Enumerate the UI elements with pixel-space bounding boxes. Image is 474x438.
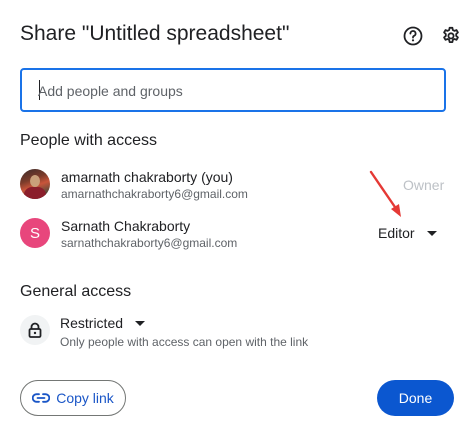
help-circle-icon[interactable] xyxy=(402,25,424,47)
person-name: Sarnath Chakraborty xyxy=(61,218,191,234)
person-email: amarnathchakraborty6@gmail.com xyxy=(61,187,248,201)
general-access-description: Only people with access can open with th… xyxy=(60,335,309,349)
gear-icon[interactable] xyxy=(440,25,462,47)
add-people-field[interactable] xyxy=(20,68,446,112)
role-dropdown-label: Editor xyxy=(378,225,415,241)
dropdown-triangle-icon xyxy=(426,230,437,236)
role-dropdown[interactable]: Editor xyxy=(378,224,437,242)
avatar xyxy=(20,169,50,199)
share-dialog: Share "Untitled spreadsheet" People with… xyxy=(0,0,474,438)
add-people-input[interactable] xyxy=(36,70,430,112)
done-button[interactable]: Done xyxy=(377,380,454,416)
people-with-access-heading: People with access xyxy=(20,132,157,149)
lock-icon xyxy=(20,315,50,345)
avatar-letter: S xyxy=(20,218,50,248)
general-access-level: Restricted xyxy=(60,315,124,331)
copy-link-label: Copy link xyxy=(56,390,114,406)
person-name: amarnath chakraborty (you) xyxy=(61,169,233,185)
dialog-title: Share "Untitled spreadsheet" xyxy=(20,22,290,45)
general-access-dropdown[interactable]: Restricted xyxy=(60,315,146,331)
dropdown-triangle-icon xyxy=(135,320,146,326)
copy-link-button[interactable]: Copy link xyxy=(20,380,126,416)
annotation-arrow-icon xyxy=(369,170,401,217)
general-access-heading: General access xyxy=(20,283,132,300)
person-email: sarnathchakraborty6@gmail.com xyxy=(61,236,238,250)
link-icon xyxy=(32,393,51,403)
